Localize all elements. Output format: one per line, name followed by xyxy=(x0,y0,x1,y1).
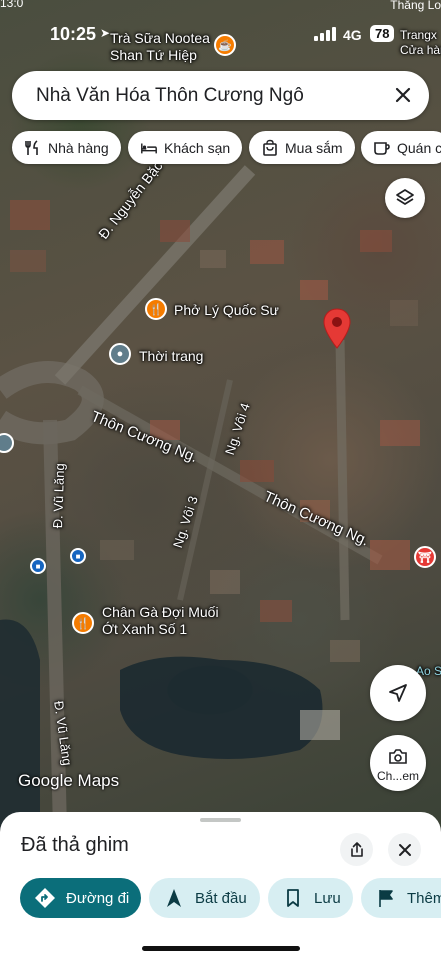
chip-restaurants[interactable]: Nhà hàng xyxy=(12,131,121,164)
temple-poi-icon[interactable]: ⛩ xyxy=(414,546,436,568)
camera-button[interactable]: Ch...em xyxy=(370,735,426,791)
google-maps-logo: Google Maps xyxy=(18,771,120,790)
chip-label: Mua sắm xyxy=(285,139,343,156)
search-query[interactable]: Nhà Văn Hóa Thôn Cương Ngô xyxy=(36,85,304,107)
close-icon[interactable] xyxy=(391,83,415,107)
search-bar[interactable]: Nhà Văn Hóa Thôn Cương Ngô xyxy=(12,71,429,120)
restaurant-poi-icon[interactable]: 🍴 xyxy=(72,612,94,634)
flag-icon xyxy=(375,887,397,909)
map-label-pho[interactable]: Phở Lý Quốc Sư xyxy=(174,302,279,318)
sheet-title: Đã thả ghim xyxy=(21,834,129,856)
chip-shopping[interactable]: Mua sắm xyxy=(249,131,355,164)
status-top-right-text: Thăng Lo xyxy=(390,0,441,12)
home-indicator xyxy=(142,946,300,951)
category-chips: Nhà hàng Khách sạn Mua sắm Quán cà xyxy=(12,131,441,164)
bus-stop-icon[interactable]: ■ xyxy=(30,558,46,574)
status-top-left-text: 13:0 xyxy=(0,0,24,10)
my-location-button[interactable] xyxy=(370,665,426,721)
bookmark-icon xyxy=(282,887,304,909)
directions-button[interactable]: Đường đi xyxy=(20,878,141,918)
chip-label: Khách sạn xyxy=(164,139,231,156)
chip-hotels[interactable]: Khách sạn xyxy=(128,131,243,164)
action-label: Thêm xyxy=(407,889,441,907)
action-label: Đường đi xyxy=(66,889,130,907)
network-type: 4G xyxy=(343,27,362,43)
directions-icon xyxy=(34,887,56,909)
more-button[interactable]: Thêm xyxy=(361,878,441,918)
share-button[interactable] xyxy=(340,833,373,866)
bed-icon xyxy=(140,139,158,157)
location-arrow-icon: ➤ xyxy=(100,26,111,40)
close-sheet-button[interactable] xyxy=(388,833,421,866)
status-bar: 13:0 Thăng Lo 10:25 ➤ 4G 78 xyxy=(0,0,441,60)
drag-handle[interactable] xyxy=(200,818,241,822)
battery-level: 78 xyxy=(370,25,395,42)
fork-knife-icon xyxy=(24,139,42,157)
shopping-poi-icon[interactable]: ● xyxy=(109,343,131,365)
dropped-pin-icon[interactable] xyxy=(322,308,352,350)
signal-bars-icon xyxy=(314,27,336,41)
close-icon xyxy=(398,843,411,856)
layers-icon xyxy=(396,189,414,205)
bus-stop-icon[interactable]: ■ xyxy=(70,548,86,564)
map-label-thoi-trang[interactable]: Thời trang xyxy=(139,348,203,364)
shopping-bag-icon xyxy=(261,139,279,157)
chip-label: Nhà hàng xyxy=(48,139,109,156)
bottom-sheet[interactable]: Đã thả ghim Đường đi Bắt đầu Lưu Thêm xyxy=(0,812,441,960)
restaurant-poi-icon[interactable]: 🍴 xyxy=(145,298,167,320)
save-button[interactable]: Lưu xyxy=(268,878,353,918)
action-label: Bắt đầu xyxy=(195,889,247,907)
navigation-arrow-icon xyxy=(163,887,185,909)
status-time: 10:25 xyxy=(50,24,97,44)
camera-label: Ch...em xyxy=(376,769,419,783)
map-label-vu-lang-1: Đ. Vũ Lăng xyxy=(50,462,68,529)
chip-coffee[interactable]: Quán cà xyxy=(361,131,441,164)
layers-button[interactable] xyxy=(385,178,425,218)
navigation-arrow-icon xyxy=(389,684,407,702)
map-label-chan-ga[interactable]: Chân Gà Đợi Muối Ớt Xanh Số 1 xyxy=(102,604,219,638)
share-icon xyxy=(350,841,363,857)
camera-icon xyxy=(389,749,407,764)
chip-label: Quán cà xyxy=(397,139,441,156)
start-button[interactable]: Bắt đầu xyxy=(149,878,260,918)
coffee-cup-icon xyxy=(373,139,391,157)
action-label: Lưu xyxy=(314,889,341,907)
